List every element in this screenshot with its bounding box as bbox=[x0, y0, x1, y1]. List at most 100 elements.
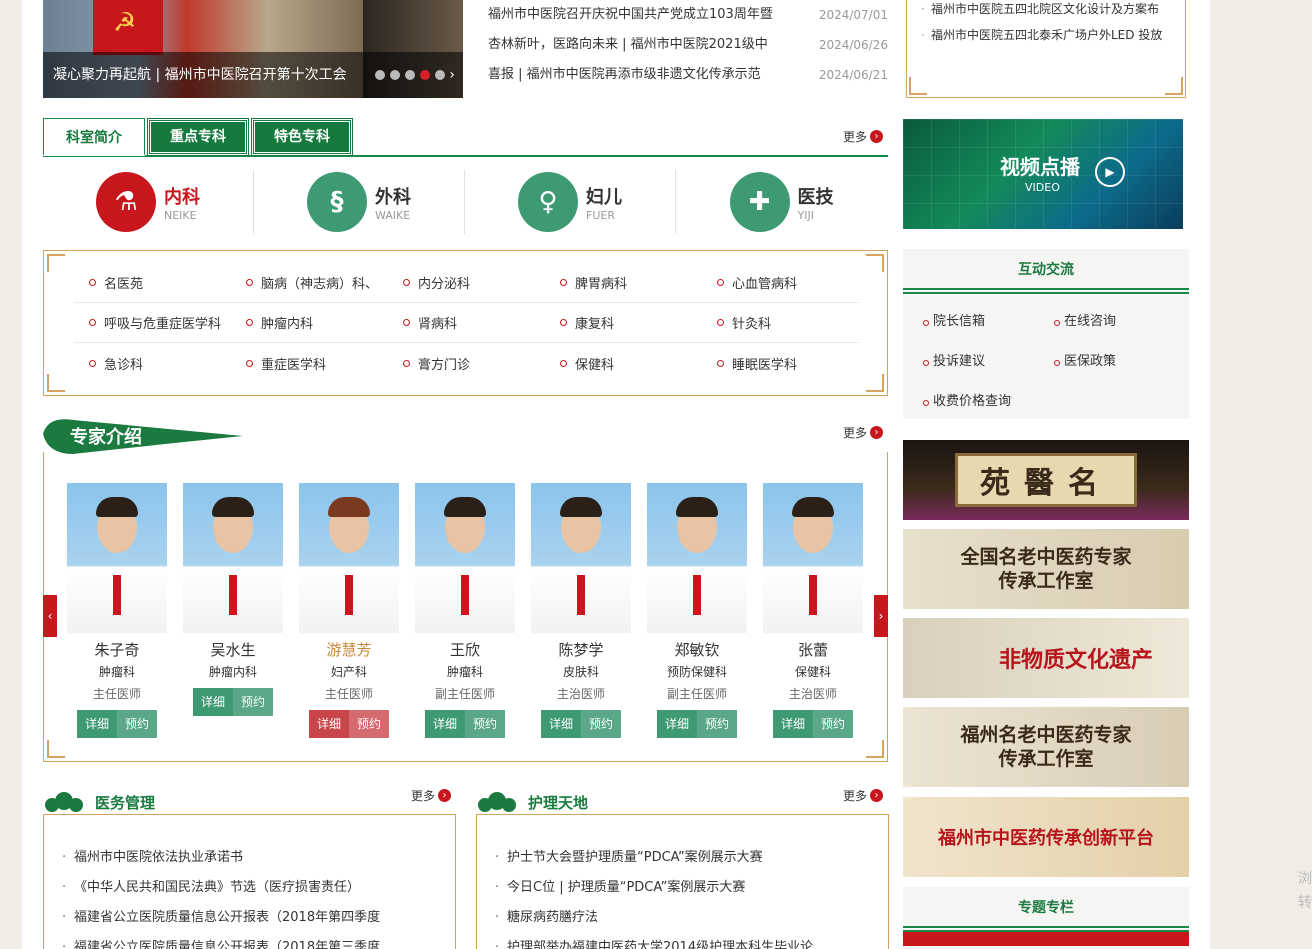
dept-link[interactable]: 急诊科 bbox=[74, 354, 231, 373]
detail-button[interactable]: 详细 bbox=[541, 710, 581, 738]
book-button[interactable]: 预约 bbox=[813, 710, 853, 738]
dept-link[interactable]: 名医苑 bbox=[74, 273, 231, 292]
expert-name[interactable]: 陈梦学 bbox=[531, 639, 631, 661]
book-button[interactable]: 预约 bbox=[117, 710, 157, 738]
dept-neike[interactable]: ⚗ 内科 NEIKE bbox=[43, 170, 254, 234]
book-button[interactable]: 预约 bbox=[349, 710, 389, 738]
famous-doctor-banner[interactable]: 苑醫名 bbox=[903, 440, 1189, 520]
more-link[interactable]: 更多 › bbox=[843, 128, 884, 145]
expert-card[interactable]: 吴水生 肿瘤内科 详细 预约 bbox=[183, 483, 283, 716]
news-slider[interactable]: ☭ 凝心聚力再起航 | 福州市中医院召开第十次工会 › bbox=[43, 0, 463, 98]
side-float-text[interactable]: 转 bbox=[1298, 892, 1312, 912]
interact-link[interactable]: 投诉建议 bbox=[921, 342, 1052, 382]
tab-key-specialty[interactable]: 重点专科 bbox=[147, 118, 249, 156]
play-icon[interactable]: ▶ bbox=[1095, 157, 1125, 187]
dept-link[interactable]: 呼吸与危重症医学科 bbox=[74, 313, 231, 332]
detail-button[interactable]: 详细 bbox=[77, 710, 117, 738]
more-link[interactable]: 更多 › bbox=[843, 424, 884, 441]
more-link[interactable]: 更多 › bbox=[411, 787, 452, 804]
book-button[interactable]: 预约 bbox=[233, 688, 273, 716]
slider-dot[interactable] bbox=[375, 70, 385, 80]
expert-photo[interactable] bbox=[299, 483, 399, 633]
detail-button[interactable]: 详细 bbox=[657, 710, 697, 738]
expert-photo[interactable] bbox=[647, 483, 747, 633]
detail-button[interactable]: 详细 bbox=[193, 688, 233, 716]
carousel-prev-icon[interactable]: ‹ bbox=[43, 595, 57, 637]
tab-featured-specialty[interactable]: 特色专科 bbox=[251, 118, 353, 156]
carousel-next-icon[interactable]: › bbox=[874, 595, 888, 637]
interact-link[interactable]: 在线咨询 bbox=[1052, 302, 1183, 342]
list-item[interactable]: 福州市中医院依法执业承诺书 bbox=[44, 843, 455, 873]
expert-photo[interactable] bbox=[531, 483, 631, 633]
list-item[interactable]: 福州市中医院五四北院区文化设计及方案布 bbox=[907, 0, 1185, 22]
slider-dot[interactable] bbox=[435, 70, 445, 80]
side-float-text[interactable]: 浏 bbox=[1298, 868, 1312, 888]
detail-button[interactable]: 详细 bbox=[773, 710, 813, 738]
dept-link[interactable]: 肾病科 bbox=[388, 313, 545, 332]
expert-card[interactable]: 游慧芳 妇产科 主任医师 详细 预约 bbox=[299, 483, 399, 738]
expert-name[interactable]: 郑敏钦 bbox=[647, 639, 747, 661]
dept-yiji[interactable]: ✚ 医技 YIJI bbox=[676, 170, 887, 234]
list-item[interactable]: 福州市中医院五四北泰禾广场户外LED 投放 bbox=[907, 22, 1185, 48]
dept-link[interactable]: 脾胃病科 bbox=[545, 273, 702, 292]
news-title[interactable]: 杏林新叶，医路向未来 | 福州市中医院2021级中 bbox=[488, 30, 768, 60]
book-button[interactable]: 预约 bbox=[581, 710, 621, 738]
expert-photo[interactable] bbox=[763, 483, 863, 633]
expert-card[interactable]: 郑敏钦 预防保健科 副主任医师 详细 预约 bbox=[647, 483, 747, 738]
dept-link[interactable]: 肿瘤内科 bbox=[231, 313, 388, 332]
dept-link[interactable]: 膏方门诊 bbox=[388, 354, 545, 373]
expert-name[interactable]: 游慧芳 bbox=[299, 639, 399, 661]
list-item[interactable]: 福建省公立医院质量信息公开报表（2018年第四季度 bbox=[44, 903, 455, 933]
dept-link[interactable]: 重症医学科 bbox=[231, 354, 388, 373]
expert-name[interactable]: 王欣 bbox=[415, 639, 515, 661]
list-item[interactable]: 今日C位 | 护理质量“PDCA”案例展示大赛 bbox=[477, 873, 888, 903]
fuzhou-tcm-expert-banner[interactable]: 福州名老中医药专家传承工作室 bbox=[903, 707, 1189, 787]
expert-card[interactable]: 张蕾 保健科 主治医师 详细 预约 bbox=[763, 483, 863, 738]
dept-link[interactable]: 睡眠医学科 bbox=[702, 354, 859, 373]
dept-waike[interactable]: § 外科 WAIKE bbox=[254, 170, 465, 234]
slider-next-icon[interactable]: › bbox=[449, 67, 455, 83]
book-button[interactable]: 预约 bbox=[465, 710, 505, 738]
expert-photo[interactable] bbox=[183, 483, 283, 633]
dept-link[interactable]: 保健科 bbox=[545, 354, 702, 373]
video-on-demand-banner[interactable]: 视频点播 VIDEO ▶ bbox=[903, 119, 1183, 229]
list-item[interactable]: 糖尿病药膳疗法 bbox=[477, 903, 888, 933]
dept-link[interactable]: 内分泌科 bbox=[388, 273, 545, 292]
list-item[interactable]: 护理部举办福建中医药大学2014级护理本科生毕业论 bbox=[477, 933, 888, 949]
expert-photo[interactable] bbox=[67, 483, 167, 633]
news-title[interactable]: 喜报 | 福州市中医院再添市级非遗文化传承示范 bbox=[488, 60, 761, 90]
expert-name[interactable]: 朱子奇 bbox=[67, 639, 167, 661]
list-item[interactable]: 福建省公立医院质量信息公开报表（2018年第三季度 bbox=[44, 933, 455, 949]
expert-name[interactable]: 张蕾 bbox=[763, 639, 863, 661]
intangible-heritage-banner[interactable]: 非物质文化遗产 bbox=[903, 618, 1189, 698]
expert-card[interactable]: 王欣 肿瘤科 副主任医师 详细 预约 bbox=[415, 483, 515, 738]
interact-link[interactable]: 医保政策 bbox=[1052, 342, 1183, 382]
expert-card[interactable]: 陈梦学 皮肤科 主治医师 详细 预约 bbox=[531, 483, 631, 738]
national-tcm-expert-banner[interactable]: 全国名老中医药专家传承工作室 bbox=[903, 529, 1189, 609]
detail-button[interactable]: 详细 bbox=[309, 710, 349, 738]
list-item[interactable]: 福州市中医院召开庆祝中国共产党成立103周年暨 2024/07/01 bbox=[488, 0, 888, 30]
list-item[interactable]: 喜报 | 福州市中医院再添市级非遗文化传承示范 2024/06/21 bbox=[488, 60, 888, 90]
dept-link[interactable]: 康复科 bbox=[545, 313, 702, 332]
slider-caption[interactable]: 凝心聚力再起航 | 福州市中医院召开第十次工会 bbox=[53, 64, 347, 84]
innovation-platform-banner[interactable]: 福州市中医药传承创新平台 bbox=[903, 797, 1189, 877]
list-item[interactable]: 护士节大会暨护理质量“PDCA”案例展示大赛 bbox=[477, 843, 888, 873]
list-item[interactable]: 《中华人民共和国民法典》节选（医疗损害责任） bbox=[44, 873, 455, 903]
special-banner-strip[interactable] bbox=[903, 932, 1189, 946]
book-button[interactable]: 预约 bbox=[697, 710, 737, 738]
dept-link[interactable]: 心血管病科 bbox=[702, 273, 859, 292]
dept-link[interactable]: 针灸科 bbox=[702, 313, 859, 332]
expert-card[interactable]: 朱子奇 肿瘤科 主任医师 详细 预约 bbox=[67, 483, 167, 738]
news-title[interactable]: 福州市中医院召开庆祝中国共产党成立103周年暨 bbox=[488, 0, 773, 30]
tab-dept-intro[interactable]: 科室简介 bbox=[43, 118, 145, 156]
expert-photo[interactable] bbox=[415, 483, 515, 633]
slider-dot[interactable] bbox=[390, 70, 400, 80]
dept-fuer[interactable]: ♀ 妇儿 FUER bbox=[465, 170, 676, 234]
slider-dot[interactable] bbox=[405, 70, 415, 80]
list-item[interactable]: 杏林新叶，医路向未来 | 福州市中医院2021级中 2024/06/26 bbox=[488, 30, 888, 60]
interact-link[interactable]: 收费价格查询 bbox=[921, 382, 1052, 422]
expert-name[interactable]: 吴水生 bbox=[183, 639, 283, 661]
slider-dot-active[interactable] bbox=[420, 70, 430, 80]
detail-button[interactable]: 详细 bbox=[425, 710, 465, 738]
dept-link[interactable]: 脑病（神志病）科、 bbox=[231, 273, 388, 292]
